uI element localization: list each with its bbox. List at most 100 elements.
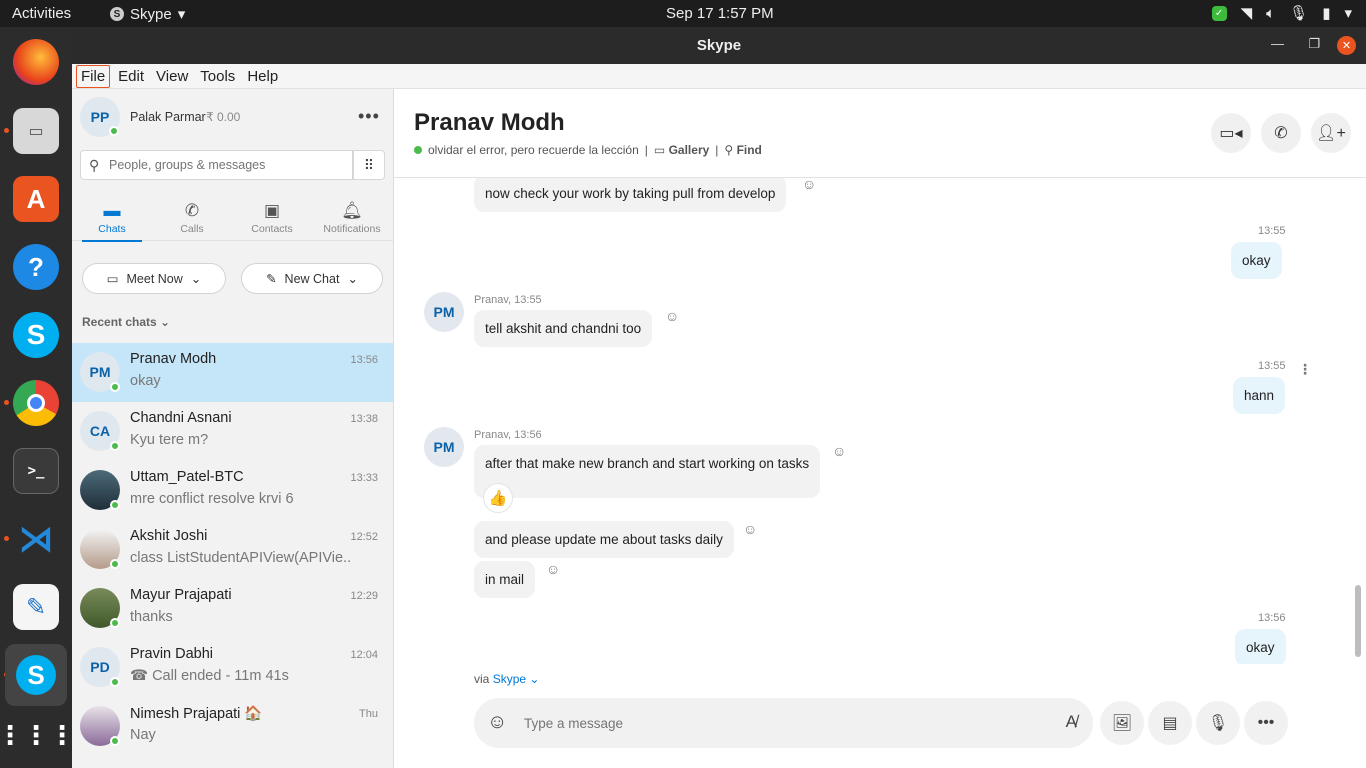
message-bubble[interactable]: tell akshit and chandni too [474,310,653,347]
add-people-button[interactable]: 👤︎+ [1311,113,1351,153]
files-icon[interactable]: ▭ [13,108,59,154]
message-meta: Pranav, 13:56 [474,429,542,441]
chat-name: Akshit Joshi [130,528,208,544]
chat-preview: Kyu tere m? [130,432,209,448]
message-input[interactable] [524,713,994,733]
search-box[interactable]: ⚲ [80,150,353,180]
system-top-bar: Activities S Skype ▾ Sep 17 1:57 PM ✓ ◥ 🔈︎… [0,0,1366,27]
reaction-icon[interactable]: ☺ [743,521,757,537]
emoji-icon[interactable]: ☺ [487,711,507,734]
clock[interactable]: Sep 17 1:57 PM [666,5,774,22]
app-grid-icon[interactable]: ⋮⋮⋮ [0,712,75,758]
text-editor-icon[interactable]: ✎ [13,584,59,630]
bell-icon: 🔔︎ [341,201,363,220]
tab-calls[interactable]: ✆ Calls [152,201,232,235]
maximize-button[interactable]: ❐ [1308,36,1320,52]
chat-preview: Nay [130,727,156,743]
wifi-icon[interactable]: ◥ [1241,4,1253,22]
video-icon: ▭◂ [1219,125,1243,142]
add-person-icon: 👤︎+ [1316,125,1346,142]
search-input[interactable] [109,156,344,174]
chrome-icon[interactable] [13,380,59,426]
chat-item-pranav-modh[interactable]: PM Pranav Modh okay 13:56 [72,343,393,402]
meet-now-button[interactable]: ▭ Meet Now ⌄ [82,263,226,294]
dialpad-icon[interactable]: ⠿ [353,150,385,180]
skype-icon[interactable]: S [13,312,59,358]
format-text-icon[interactable]: A̸ [1066,712,1077,732]
share-media-button[interactable]: 🖼︎ [1100,701,1144,745]
presence-indicator [110,441,120,451]
more-options-button[interactable]: ••• [1244,701,1288,745]
message-bubble[interactable]: in mail [474,561,536,598]
avatar[interactable]: PM [424,427,464,467]
chat-item-chandni-asnani[interactable]: CA Chandni Asnani Kyu tere m? 13:38 [72,402,393,461]
reaction-icon[interactable]: ☺ [832,443,846,459]
more-options-icon: ••• [1257,714,1275,731]
via-selector[interactable]: via Skype ⌄ [474,672,539,686]
shield-icon[interactable]: ✓ [1211,5,1227,21]
conversation-title[interactable]: Pranav Modh [414,109,565,137]
gallery-link[interactable]: ▭ Gallery [654,143,709,157]
menu-file[interactable]: File [76,64,111,88]
tab-chats[interactable]: ▬ Chats [72,201,152,242]
more-options-icon[interactable]: ⋮ [1298,361,1312,378]
chevron-down-icon: ▾ [177,6,186,23]
credit-balance[interactable]: ₹ 0.00 [206,110,240,124]
chat-time: 12:52 [350,531,378,543]
message-bubble[interactable]: after that make new branch and start wor… [474,445,821,498]
menu-help[interactable]: Help [243,66,282,87]
firefox-icon[interactable] [13,39,59,85]
skype-active-icon[interactable]: S [5,644,67,706]
message-bubble[interactable]: okay [1235,629,1286,664]
minimize-button[interactable]: — [1271,36,1284,51]
presence-indicator [110,559,120,569]
chat-item-pravin-dabhi[interactable]: PD Pravin Dabhi ☎ Call ended - 11m 41s 12:… [72,638,393,697]
message-time: 13:55 [1258,360,1286,372]
app-menu[interactable]: S Skype ▾ [110,5,185,23]
video-call-button[interactable]: ▭◂ [1211,113,1251,153]
menu-edit[interactable]: Edit [114,66,148,87]
menu-view[interactable]: View [152,66,192,87]
chat-item-akshit-joshi[interactable]: Akshit Joshi class ListStudentAPIView(API… [72,520,393,579]
volume-icon[interactable]: 🔈︎ [1266,5,1275,22]
activities-button[interactable]: Activities [12,5,71,22]
reaction-icon[interactable]: ☺ [665,308,679,324]
message-bubble[interactable]: now check your work by taking pull from … [474,178,787,212]
scrollbar[interactable] [1355,585,1361,657]
chevron-down-icon[interactable]: ▾ [1344,4,1352,22]
battery-icon[interactable]: ▮ [1322,4,1330,22]
vscode-icon[interactable]: ⋊ [13,516,59,562]
window-title: Skype [696,37,742,54]
reaction-icon[interactable]: ☺ [546,561,560,577]
message-meta: Pranav, 13:55 [474,294,542,306]
software-center-icon[interactable]: A [13,176,59,222]
via-label: via [474,672,490,686]
thumbs-up-icon[interactable]: 👍 [483,483,513,513]
message-bubble[interactable]: okay [1231,242,1282,279]
reaction-icon[interactable]: ☺ [802,178,816,192]
find-link[interactable]: ⚲ Find [724,143,761,157]
message-bubble[interactable]: and please update me about tasks daily [474,521,734,558]
close-button[interactable]: ✕ [1337,36,1356,55]
voice-message-button[interactable]: 🎙︎ [1196,701,1240,745]
new-chat-button[interactable]: ✎ New Chat ⌄ [241,263,383,294]
terminal-icon[interactable]: >_ [13,448,59,494]
tab-notifications[interactable]: 🔔︎ Notifications [312,201,392,235]
microphone-icon[interactable]: 🎙︎ [1289,4,1308,22]
recent-chats-label: Recent chats [82,315,157,329]
menu-tools[interactable]: Tools [196,66,239,87]
chat-item-mayur-prajapati[interactable]: Mayur Prajapati thanks 12:29 [72,579,393,638]
message-bubble[interactable]: hann [1233,377,1286,414]
share-contact-button[interactable]: ▤ [1148,701,1192,745]
help-icon[interactable]: ? [13,244,59,290]
tab-contacts[interactable]: ▣ Contacts [232,201,312,235]
message-list[interactable]: now check your work by taking pull from … [394,178,1354,664]
conversation-subtitle: olvidar el error, pero recuerde la lecci… [414,143,762,157]
system-tray[interactable]: ✓ ◥ 🔈︎ 🎙︎ ▮ ▾ [1211,4,1352,22]
recent-chats-header[interactable]: Recent chats ⌄ [82,315,170,329]
avatar[interactable]: PM [424,292,464,332]
more-options-icon[interactable]: ••• [358,106,380,127]
audio-call-button[interactable]: ✆ [1261,113,1301,153]
chat-item-nimesh-prajapati[interactable]: Nimesh Prajapati 🏠 Nay Thu [72,697,393,756]
chat-item-uttam-patel[interactable]: Uttam_Patel-BTC mre conflict resolve krvi… [72,461,393,520]
